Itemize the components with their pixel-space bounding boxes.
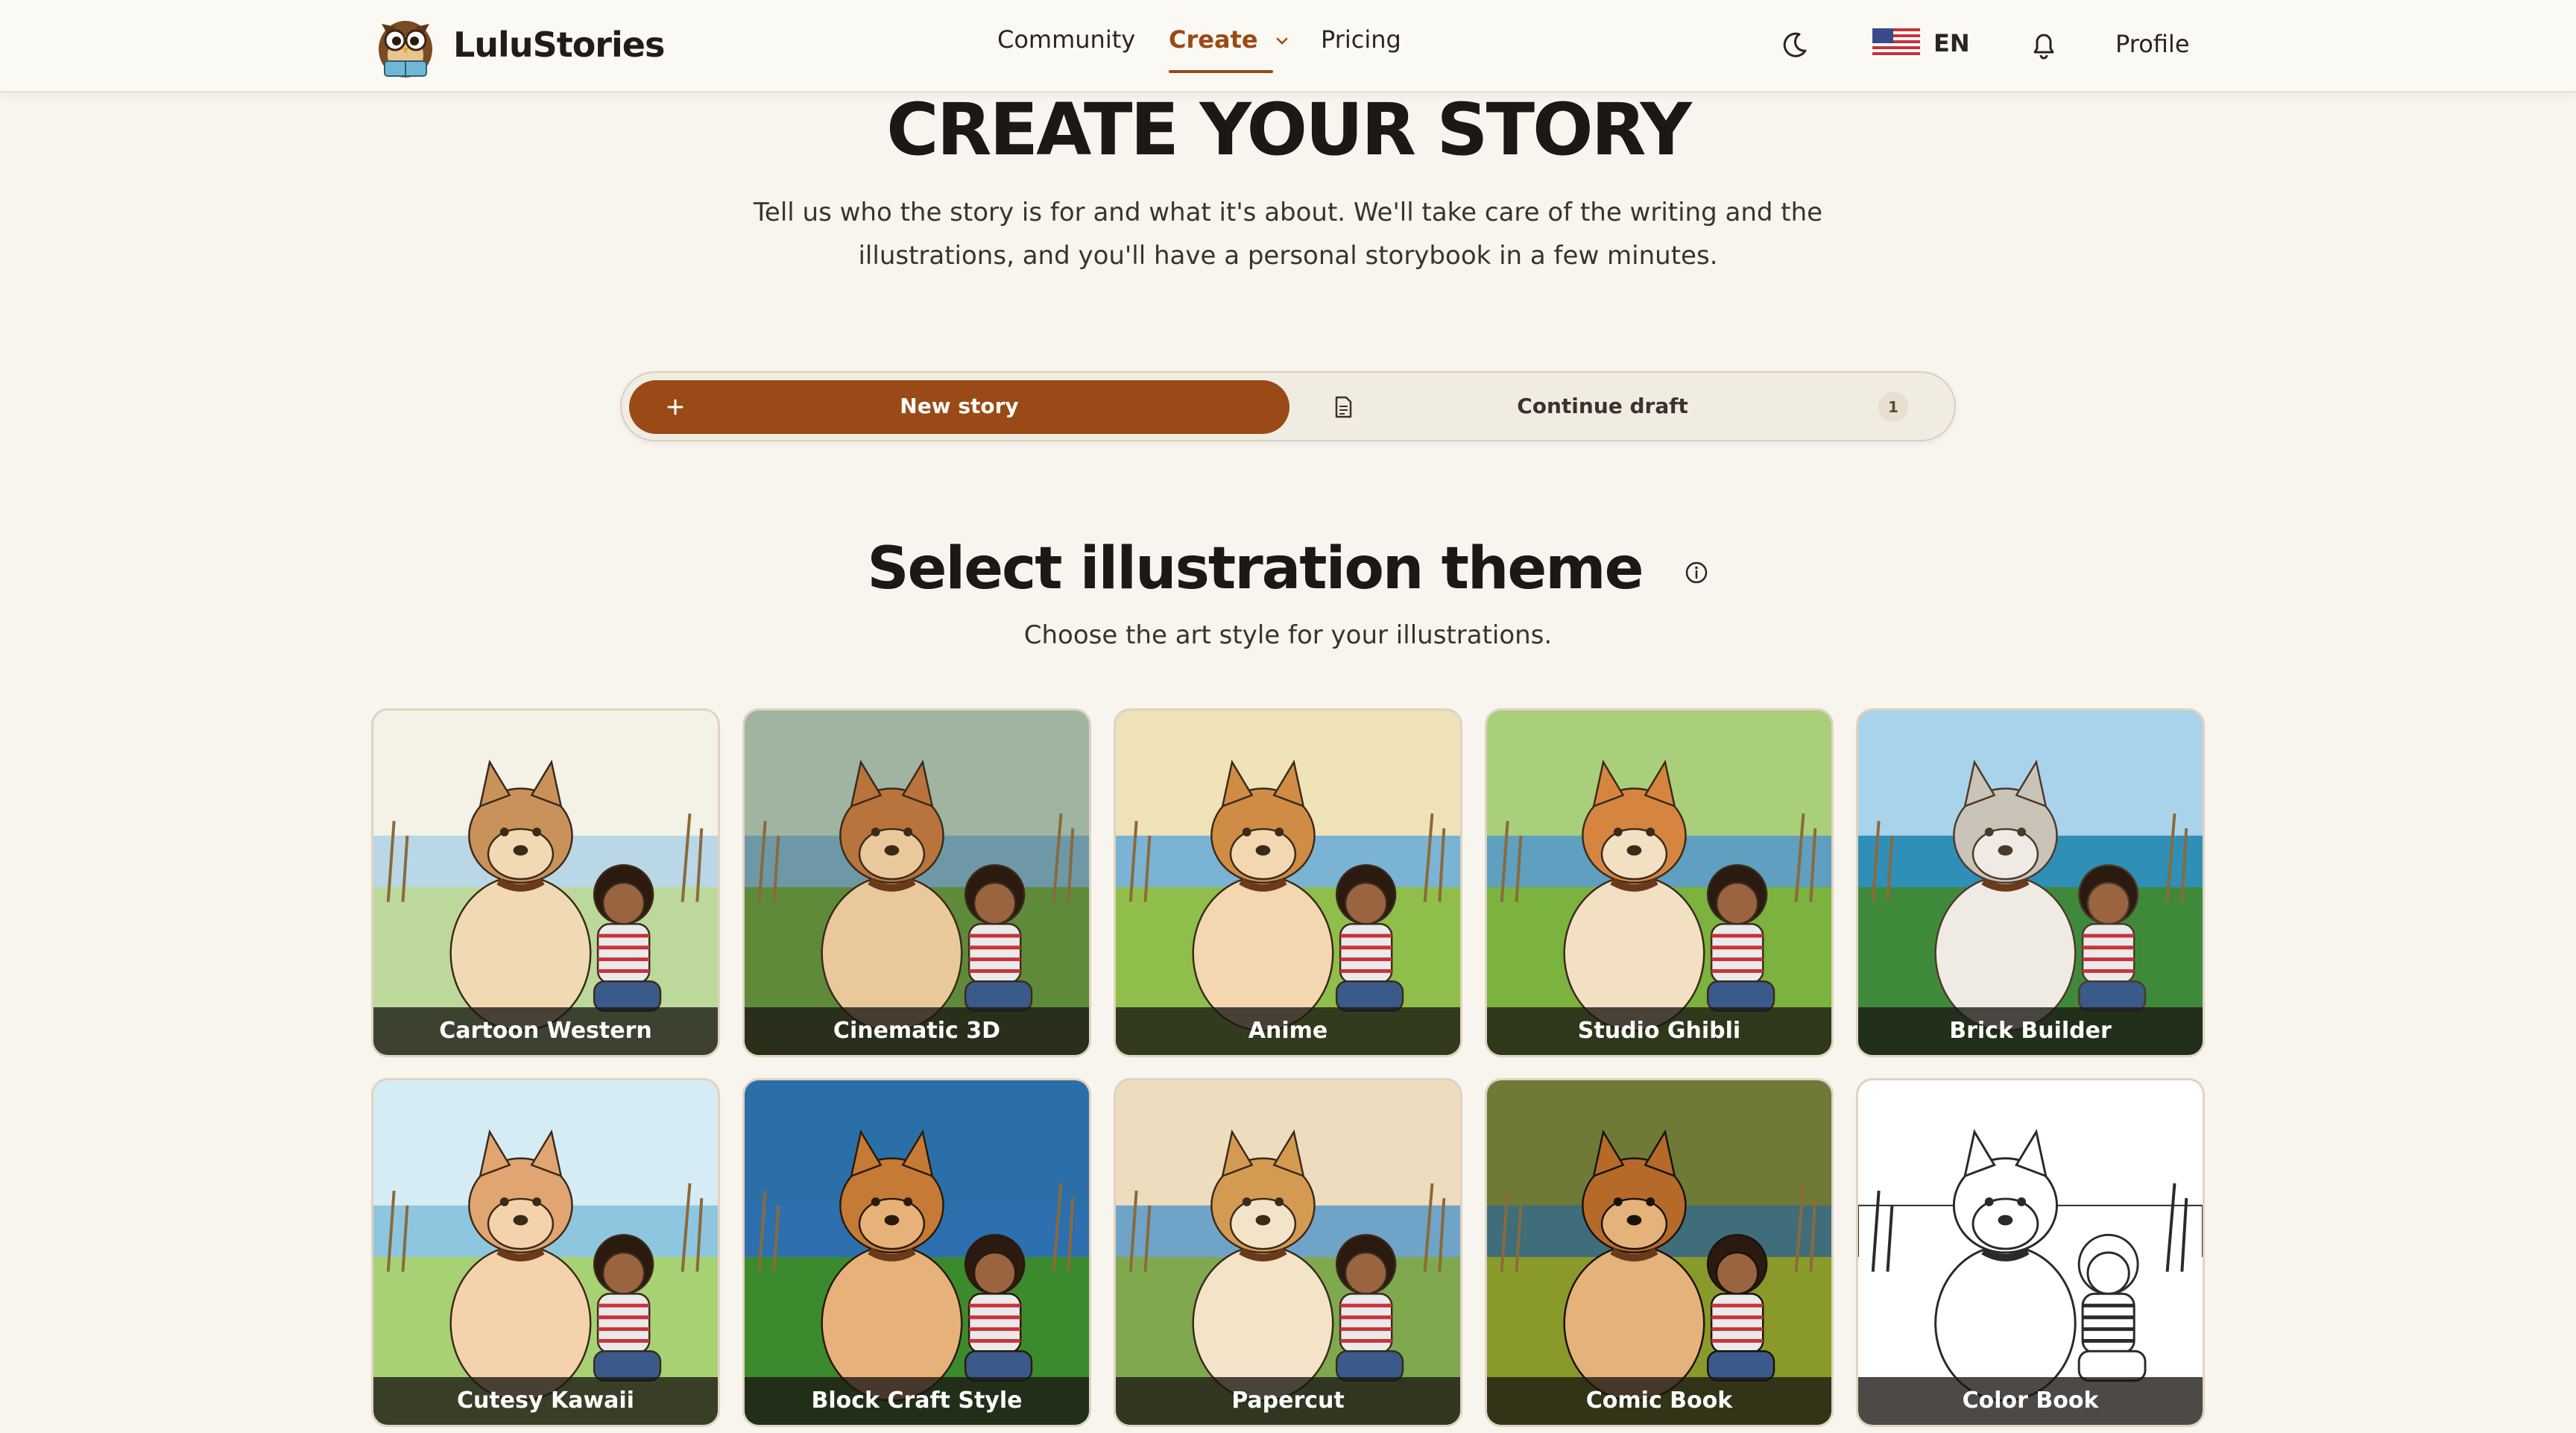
theme-card-label: Comic Book <box>1487 1377 1831 1425</box>
nav-pricing[interactable]: Pricing <box>1321 25 1401 54</box>
theme-card[interactable]: Brick Builder <box>1856 708 2205 1057</box>
theme-section-title-text: Select illustration theme <box>867 535 1644 602</box>
info-icon[interactable] <box>1684 560 1709 585</box>
us-flag-icon <box>1872 28 1920 58</box>
theme-card-label: Papercut <box>1116 1377 1460 1425</box>
theme-card-label: Studio Ghibli <box>1487 1007 1831 1055</box>
draft-count-badge: 1 <box>1878 392 1908 422</box>
theme-preview-image <box>1116 1080 1460 1425</box>
theme-card[interactable]: Comic Book <box>1485 1078 1834 1427</box>
theme-preview-image <box>1487 711 1831 1055</box>
theme-card-label: Block Craft Style <box>745 1377 1089 1425</box>
owl-logo-icon <box>379 21 432 78</box>
page-title: CREATE YOUR STORY <box>886 88 1692 171</box>
theme-preview-image <box>745 1080 1089 1425</box>
theme-card-label: Brick Builder <box>1858 1007 2203 1055</box>
page: LuluStories Community Create Pricing EN … <box>0 0 2576 1433</box>
theme-preview-image <box>1858 1080 2203 1425</box>
new-story-label: New story <box>900 394 1019 418</box>
theme-card[interactable]: Cinematic 3D <box>742 708 1091 1057</box>
theme-card[interactable]: Block Craft Style <box>742 1078 1091 1427</box>
story-mode-toggle: New story Continue draft 1 <box>620 371 1956 441</box>
theme-card[interactable]: Cartoon Western <box>371 708 720 1057</box>
theme-card[interactable]: Studio Ghibli <box>1485 708 1834 1057</box>
language-code: EN <box>1933 29 1970 57</box>
bell-icon[interactable] <box>2026 27 2062 63</box>
brand-name: LuluStories <box>453 25 665 65</box>
moon-icon[interactable] <box>1777 27 1813 63</box>
nav-active-underline <box>1169 70 1273 73</box>
page-subtitle-line-2: illustrations, and you'll have a persona… <box>858 241 1718 271</box>
language-selector[interactable]: EN <box>1872 28 1970 58</box>
theme-card[interactable]: Color Book <box>1856 1078 2205 1427</box>
continue-draft-label: Continue draft <box>1517 394 1688 418</box>
theme-preview-image <box>1858 711 2203 1055</box>
page-subtitle-line-1: Tell us who the story is for and what it… <box>753 198 1823 227</box>
theme-card-label: Cutesy Kawaii <box>373 1377 718 1425</box>
theme-preview-image <box>1487 1080 1831 1425</box>
theme-card[interactable]: Anime <box>1114 708 1462 1057</box>
new-story-button[interactable]: New story <box>629 380 1289 434</box>
theme-card[interactable]: Papercut <box>1114 1078 1462 1427</box>
theme-card-label: Color Book <box>1858 1377 2203 1425</box>
theme-card[interactable]: Cutesy Kawaii <box>371 1078 720 1427</box>
theme-preview-image <box>1116 711 1460 1055</box>
theme-preview-image <box>373 711 718 1055</box>
continue-draft-button[interactable]: Continue draft 1 <box>1289 380 1948 434</box>
nav-create-label: Create <box>1169 25 1258 54</box>
brand-logo[interactable]: LuluStories <box>368 7 665 82</box>
theme-section-subtitle: Choose the art style for your illustrati… <box>1023 620 1553 650</box>
theme-card-label: Cartoon Western <box>373 1007 718 1055</box>
theme-preview-image <box>745 711 1089 1055</box>
theme-section-title: Select illustration theme <box>0 535 2576 602</box>
nav-create[interactable]: Create <box>1169 25 1290 54</box>
chevron-down-icon <box>1276 37 1287 45</box>
top-header: LuluStories Community Create Pricing EN … <box>0 0 2576 92</box>
nav-community[interactable]: Community <box>997 25 1135 54</box>
theme-card-label: Anime <box>1116 1007 1460 1055</box>
page-subtitle: Tell us who the story is for and what it… <box>745 191 1831 277</box>
profile-link[interactable]: Profile <box>2115 30 2190 58</box>
theme-preview-image <box>373 1080 718 1425</box>
theme-card-label: Cinematic 3D <box>745 1007 1089 1055</box>
